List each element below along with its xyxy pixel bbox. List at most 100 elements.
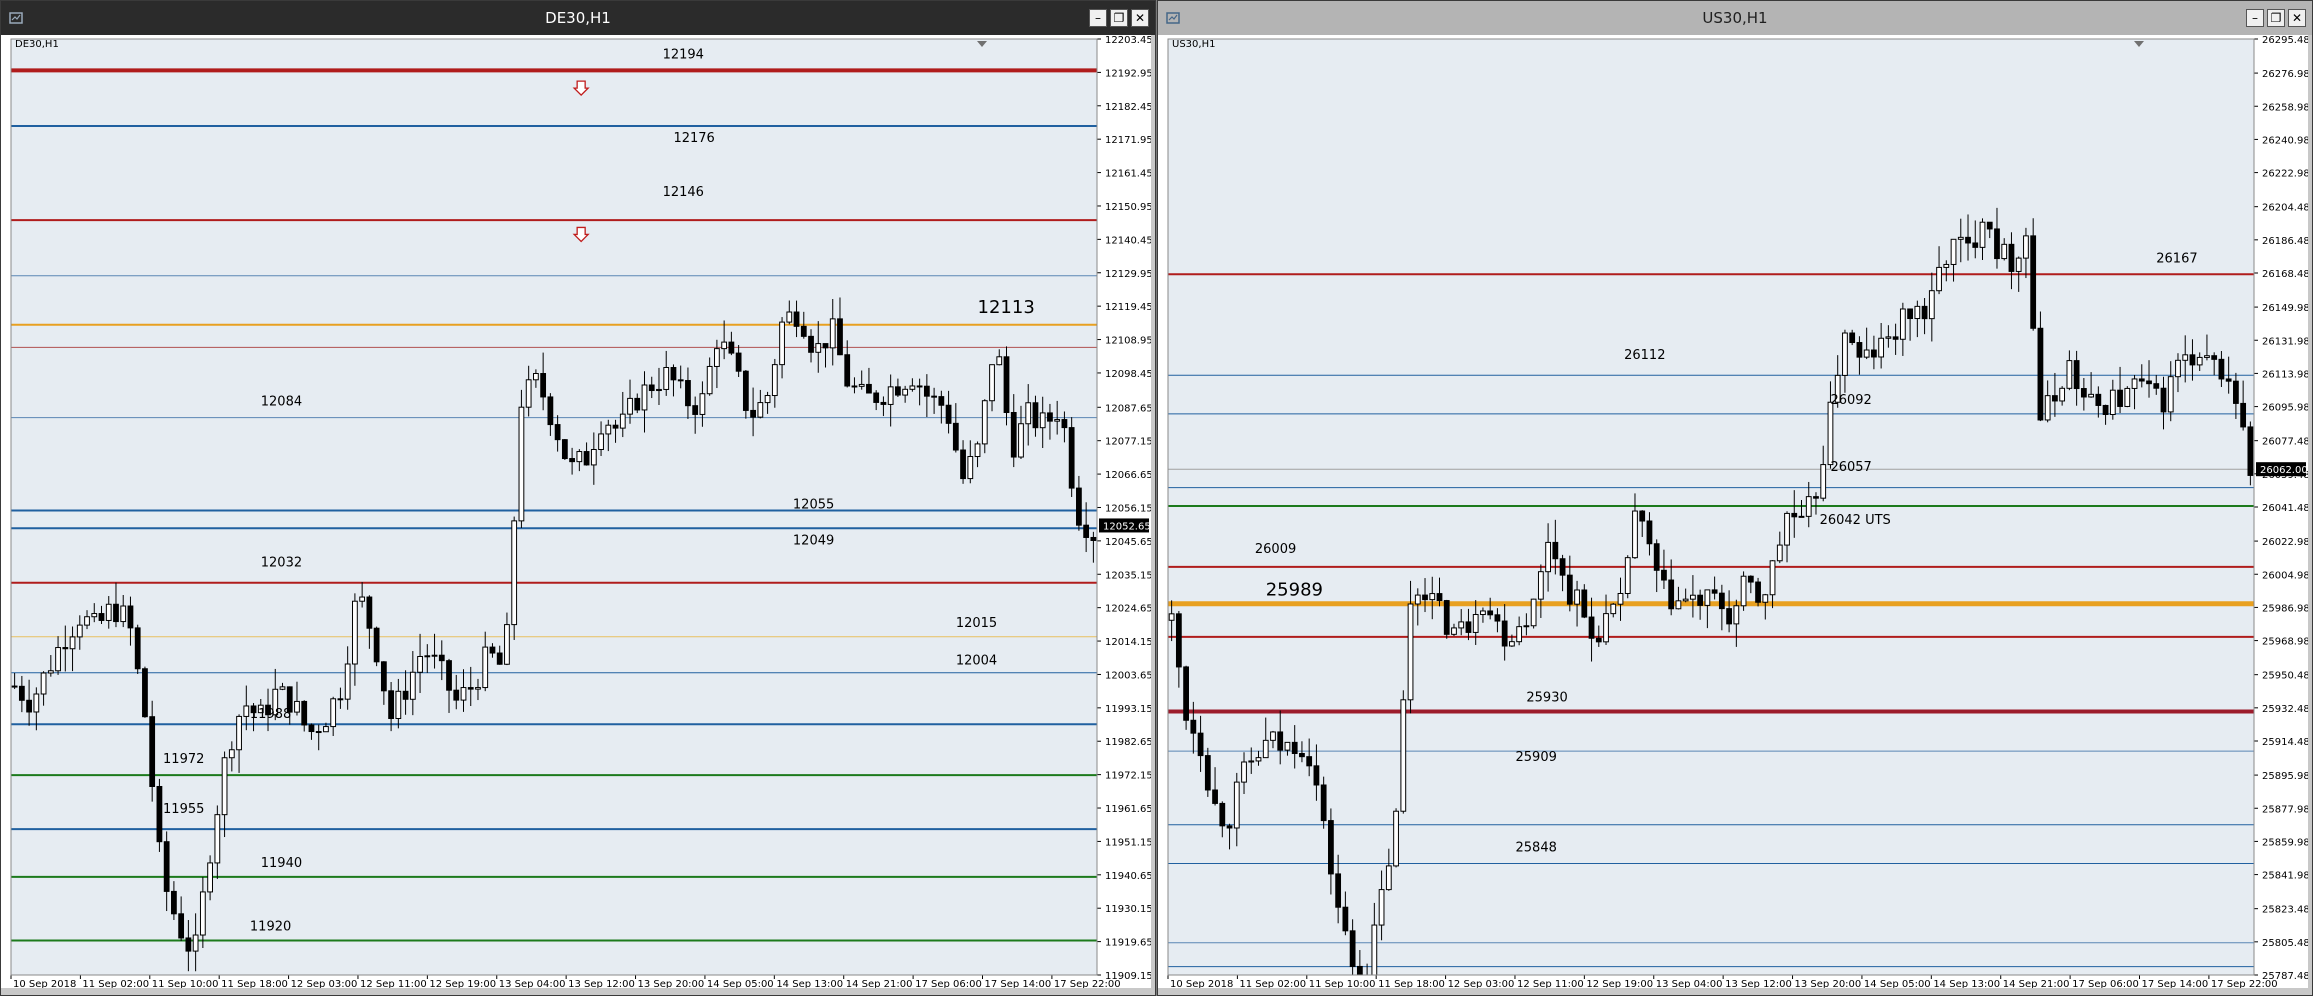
- candle-body: [1892, 336, 1899, 340]
- candle-body: [1820, 464, 1827, 499]
- us30-chart-area[interactable]: 26167 26112 26092 26057 26042 UTS 26009 25989 2…: [1158, 35, 2308, 988]
- candle-body: [2015, 257, 2022, 272]
- restore-button[interactable]: ❐: [2267, 9, 2285, 27]
- time-tick-label: 10 Sep 2018: [1170, 979, 1233, 988]
- candle-body: [55, 647, 61, 672]
- minimize-button[interactable]: –: [1089, 9, 1107, 27]
- candle-body: [1451, 627, 1457, 635]
- us30-price-chart[interactable]: 26167 26112 26092 26057 26042 UTS 26009 25989 2…: [1158, 35, 2308, 988]
- price-tick-label: 26149.98: [2262, 303, 2308, 314]
- de30-chart-window[interactable]: DE30,H1 – ❐ ✕ 12194 12176 12146 12113 12084 1…: [0, 0, 1156, 996]
- plot-area: [11, 39, 1097, 975]
- candle-body: [2117, 389, 2123, 407]
- candle: [561, 439, 568, 460]
- close-button[interactable]: ✕: [1131, 9, 1149, 27]
- price-tick-label: 12192.95: [1105, 68, 1151, 79]
- de30-chart-area[interactable]: 12194 12176 12146 12113 12084 12055 12049 12032…: [1, 35, 1151, 988]
- price-tick-label: 11982.65: [1105, 737, 1151, 748]
- candle-body: [1284, 741, 1291, 751]
- candle-body: [1842, 332, 1848, 376]
- candle-body: [2037, 327, 2044, 421]
- level-label: 25989: [1266, 580, 1323, 601]
- level-label: 11988: [250, 707, 291, 722]
- candle: [1393, 808, 1399, 868]
- restore-button[interactable]: ❐: [1110, 9, 1128, 27]
- candle-body: [337, 698, 344, 701]
- candle-body: [1813, 496, 1819, 499]
- level-label: 12084: [261, 395, 302, 410]
- price-tick-label: 11993.15: [1105, 704, 1151, 715]
- candle: [156, 778, 163, 852]
- candle-body: [677, 379, 684, 382]
- price-tick-label: 26240.98: [2262, 135, 2308, 146]
- time-tick-label: 13 Sep 12:00: [568, 979, 635, 988]
- candle: [2247, 421, 2254, 486]
- candle-body: [1212, 789, 1218, 804]
- time-tick-label: 13 Sep 04:00: [499, 979, 566, 988]
- candle-body: [344, 663, 351, 700]
- candle-body: [1422, 594, 1428, 601]
- candle-body: [2240, 402, 2247, 428]
- candle-body: [1545, 541, 1551, 573]
- time-tick-label: 11 Sep 18:00: [1378, 979, 1445, 988]
- candle-body: [1733, 605, 1740, 625]
- candle-body: [887, 386, 894, 405]
- close-button[interactable]: ✕: [2288, 9, 2306, 27]
- candle-body: [446, 660, 452, 691]
- level-label: 12015: [956, 616, 997, 631]
- candle-body: [380, 661, 387, 692]
- candle-body: [1306, 756, 1313, 767]
- candle-body: [851, 385, 858, 388]
- time-tick-label: 13 Sep 12:00: [1725, 979, 1792, 988]
- candle-body: [931, 395, 937, 398]
- price-tick-label: 25805.48: [2262, 938, 2308, 949]
- candle-body: [2124, 387, 2131, 407]
- candle-body: [149, 716, 156, 787]
- candle-body: [366, 596, 373, 629]
- candle-body: [134, 627, 141, 670]
- de30-title-bar[interactable]: DE30,H1 – ❐ ✕: [1, 1, 1155, 35]
- us30-chart-window[interactable]: US30,H1 – ❐ ✕ 26167 26112 26092 26057 26042 …: [1157, 0, 2313, 996]
- candle-body: [706, 365, 713, 395]
- candle-body: [47, 670, 54, 674]
- candle-body: [721, 341, 728, 350]
- candle-body: [1501, 620, 1508, 647]
- candle-body: [1595, 637, 1602, 643]
- candle-body: [1248, 760, 1255, 763]
- price-tick-label: 12024.65: [1105, 604, 1151, 615]
- candle-body: [1277, 731, 1284, 751]
- us30-title-bar[interactable]: US30,H1 – ❐ ✕: [1158, 1, 2312, 35]
- candle-body: [1914, 305, 1921, 320]
- candle-body: [1090, 536, 1097, 541]
- candle-body: [460, 687, 467, 701]
- de30-price-chart[interactable]: 12194 12176 12146 12113 12084 12055 12049 12032…: [1, 35, 1151, 988]
- candle-body: [504, 624, 510, 665]
- candle-body: [409, 671, 416, 700]
- price-tick-label: 12087.65: [1105, 403, 1151, 414]
- candle-body: [1574, 589, 1580, 605]
- candle-body: [627, 397, 633, 415]
- level-label: 12146: [663, 185, 704, 200]
- candle-body: [1516, 626, 1523, 643]
- candle-body: [1957, 236, 1964, 240]
- candle-body: [1972, 242, 1979, 248]
- price-tick-label: 11919.65: [1105, 938, 1151, 949]
- level-label: 12055: [793, 497, 834, 512]
- candle-body: [1003, 356, 1010, 413]
- time-tick-label: 14 Sep 13:00: [776, 979, 843, 988]
- candle-body: [1646, 520, 1653, 545]
- candle-body: [11, 685, 18, 688]
- candle-body: [1320, 784, 1327, 822]
- candle: [1530, 598, 1537, 629]
- candle: [2124, 386, 2131, 408]
- candle-body: [685, 380, 691, 407]
- candle-body: [1856, 342, 1863, 358]
- candle-body: [1537, 571, 1544, 600]
- candle-body: [1863, 349, 1870, 358]
- candle-body: [330, 698, 337, 728]
- candle-body: [967, 456, 974, 480]
- minimize-button[interactable]: –: [2246, 9, 2264, 27]
- level-label: 12032: [261, 556, 302, 571]
- candle-body: [2044, 395, 2051, 421]
- candle-body: [2095, 393, 2102, 406]
